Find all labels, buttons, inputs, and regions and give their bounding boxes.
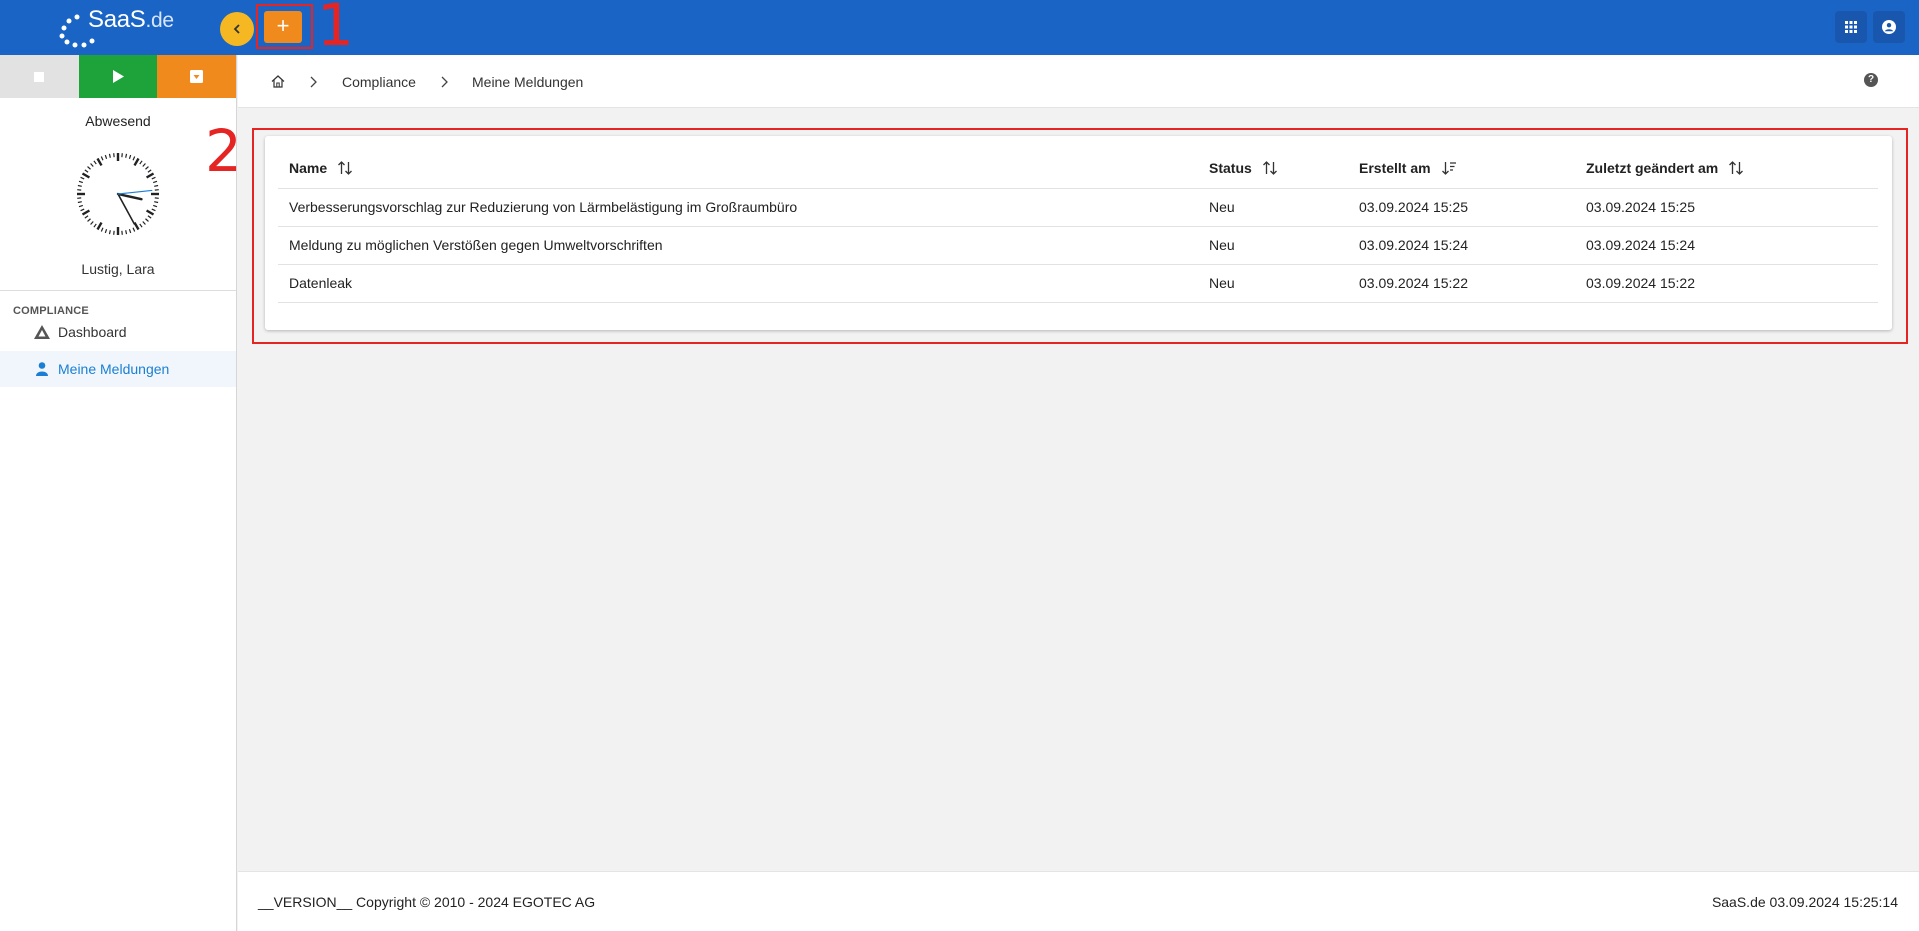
home-link[interactable] xyxy=(271,55,285,108)
stop-icon xyxy=(34,71,45,82)
play-button[interactable] xyxy=(78,55,158,98)
column-header-name[interactable]: Name xyxy=(278,150,1198,189)
cell-modified: 03.09.2024 15:24 xyxy=(1575,226,1878,265)
play-icon xyxy=(113,70,124,83)
reports-table-card: Name Status Erstellt am Zuletzt geändert… xyxy=(265,136,1892,330)
breadcrumb-meine-meldungen[interactable]: Meine Meldungen xyxy=(472,55,583,108)
column-header-status[interactable]: Status xyxy=(1198,150,1348,189)
cell-modified: 03.09.2024 15:25 xyxy=(1575,188,1878,227)
chevron-right-icon xyxy=(309,55,317,108)
cell-modified: 03.09.2024 15:22 xyxy=(1575,264,1878,303)
dropdown-box-icon xyxy=(190,70,204,83)
sort-icon[interactable] xyxy=(1728,160,1744,178)
footer-copyright: __VERSION__ Copyright © 2010 - 2024 EGOT… xyxy=(258,894,596,910)
grid-icon xyxy=(1845,21,1857,33)
chevron-left-icon xyxy=(233,24,240,34)
cell-status: Neu xyxy=(1198,226,1348,265)
cell-created: 03.09.2024 15:24 xyxy=(1348,226,1575,265)
column-header-modified[interactable]: Zuletzt geändert am xyxy=(1575,150,1878,189)
add-button[interactable]: + xyxy=(264,11,302,43)
top-bar: SaaS.de + 1 xyxy=(0,0,1919,55)
account-icon xyxy=(1882,20,1896,34)
breadcrumb-compliance[interactable]: Compliance xyxy=(342,55,416,108)
presence-status: Abwesend xyxy=(85,113,151,129)
person-icon xyxy=(34,361,50,377)
sidebar-collapse-button[interactable] xyxy=(220,12,254,46)
sidebar-item-meine-meldungen[interactable]: Meine Meldungen xyxy=(0,351,236,387)
home-icon xyxy=(271,75,285,88)
cell-name: Meldung zu möglichen Verstößen gegen Umw… xyxy=(278,226,1198,265)
footer: __VERSION__ Copyright © 2010 - 2024 EGOT… xyxy=(238,871,1919,931)
table-row[interactable]: Meldung zu möglichen Verstößen gegen Umw… xyxy=(278,226,1878,265)
table-row[interactable]: Verbesserungsvorschlag zur Reduzierung v… xyxy=(278,188,1878,227)
logo-text: SaaS xyxy=(88,6,146,33)
reports-table: Name Status Erstellt am Zuletzt geändert… xyxy=(278,150,1878,303)
sidebar-item-label: Dashboard xyxy=(58,324,127,340)
account-button[interactable] xyxy=(1873,11,1905,43)
chevron-right-icon xyxy=(440,55,448,108)
time-tracking-controls xyxy=(0,55,237,98)
annotation-label-2: 2 xyxy=(205,117,242,185)
cell-created: 03.09.2024 15:22 xyxy=(1348,264,1575,303)
sort-icon[interactable] xyxy=(1262,160,1278,178)
footer-server-time: SaaS.de 03.09.2024 15:25:14 xyxy=(1711,894,1898,910)
table-row[interactable]: Datenleak Neu 03.09.2024 15:22 03.09.202… xyxy=(278,264,1878,303)
sidebar-item-dashboard[interactable]: Dashboard xyxy=(0,314,236,350)
saas-logo[interactable]: SaaS.de xyxy=(58,4,188,48)
annotation-label-1: 1 xyxy=(317,0,354,59)
dashboard-icon xyxy=(34,324,50,340)
break-button[interactable] xyxy=(157,55,237,98)
divider xyxy=(0,290,236,291)
column-header-created[interactable]: Erstellt am xyxy=(1348,150,1575,189)
logo-domain: .de xyxy=(145,9,175,32)
table-header-row: Name Status Erstellt am Zuletzt geändert… xyxy=(278,150,1878,189)
clock-icon xyxy=(77,153,159,235)
sort-descending-icon[interactable] xyxy=(1441,161,1457,178)
apps-button[interactable] xyxy=(1835,11,1867,43)
cell-status: Neu xyxy=(1198,264,1348,303)
breadcrumb: Compliance Meine Meldungen xyxy=(238,55,1919,108)
cell-created: 03.09.2024 15:25 xyxy=(1348,188,1575,227)
sidebar-item-label: Meine Meldungen xyxy=(58,361,170,377)
cell-name: Datenleak xyxy=(278,264,1198,303)
cell-name: Verbesserungsvorschlag zur Reduzierung v… xyxy=(278,188,1198,227)
help-icon[interactable]: ? xyxy=(1864,73,1878,87)
cell-status: Neu xyxy=(1198,188,1348,227)
stop-button[interactable] xyxy=(0,55,79,98)
user-name: Lustig, Lara xyxy=(81,261,155,277)
sort-icon[interactable] xyxy=(337,160,353,178)
sidebar: Abwesend Lustig, Lara COMPLIANCE Dashboa… xyxy=(0,55,237,931)
